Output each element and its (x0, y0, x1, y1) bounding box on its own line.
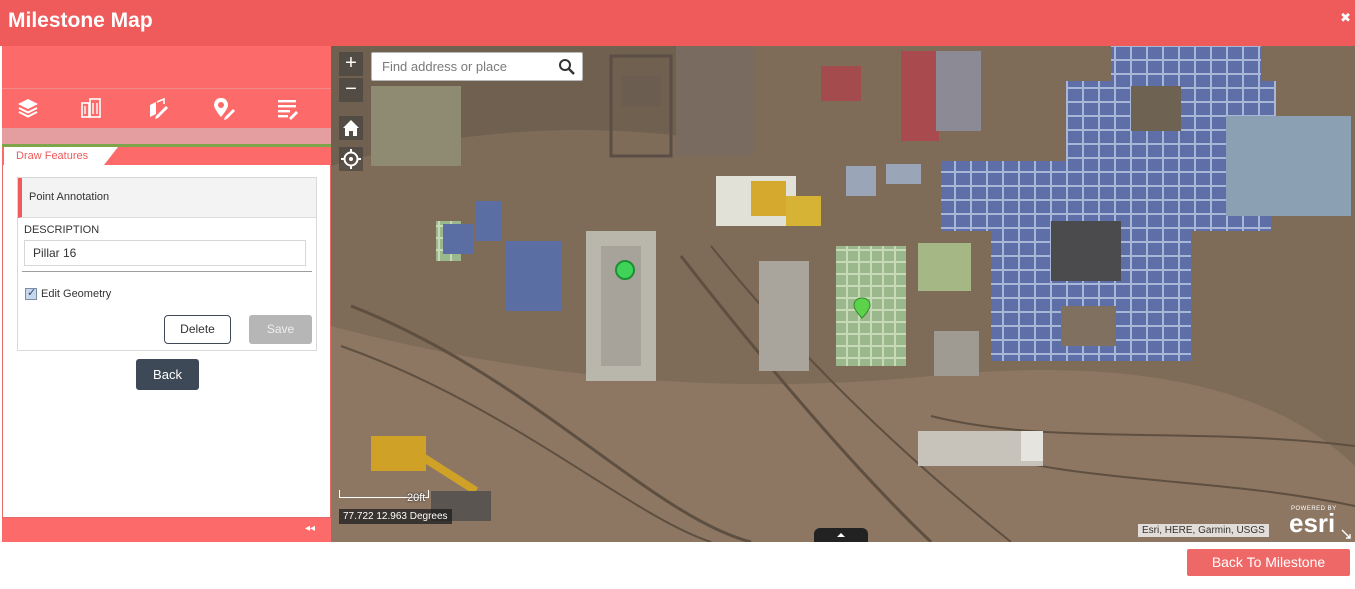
home-icon[interactable] (339, 116, 363, 140)
coordinate-readout: 77.722 12.963 Degrees (339, 509, 452, 524)
panel-divider-strip (2, 128, 331, 144)
layers-icon[interactable] (15, 95, 41, 121)
scale-label: 20ft (407, 492, 426, 504)
description-label: DESCRIPTION (24, 224, 100, 236)
back-to-milestone-button[interactable]: Back To Milestone (1187, 549, 1350, 576)
locate-icon[interactable] (339, 147, 363, 171)
map-view[interactable]: + − 20ft 77.722 12.963 Degrees Esri, HER… (331, 46, 1355, 542)
point-marker-selected[interactable] (853, 297, 871, 319)
window-title: Milestone Map (8, 9, 153, 32)
esri-wordmark: esri (1289, 508, 1336, 538)
tab-row: Draw Features (2, 147, 331, 165)
card-title: Point Annotation (29, 191, 110, 203)
widget-toolbar (2, 88, 331, 128)
aerial-imagery (331, 46, 1355, 542)
card-header: Point Annotation (18, 178, 316, 218)
save-button[interactable]: Save (249, 315, 312, 344)
resize-icon[interactable] (1341, 529, 1351, 539)
zoom-in-button[interactable]: + (339, 52, 363, 76)
list-edit-icon[interactable] (274, 95, 300, 121)
zoom-out-button[interactable]: − (339, 78, 363, 102)
panel-footer: ◂◂ (2, 518, 331, 542)
edit-geometry-checkbox[interactable] (25, 286, 37, 300)
map-attribution: Esri, HERE, Garmin, USGS (1138, 524, 1269, 537)
close-icon[interactable]: ✖ (1340, 10, 1351, 26)
search-icon[interactable] (558, 58, 576, 76)
edit-geometry-label: Edit Geometry (41, 288, 112, 300)
point-marker-green[interactable] (614, 259, 636, 281)
double-chevron-left-icon[interactable]: ◂◂ (305, 523, 315, 534)
search-box (371, 52, 583, 81)
left-panel: Draw Features Point Annotation DESCRIPTI… (2, 46, 331, 542)
buildings-icon[interactable] (78, 95, 104, 121)
draw-features-body: Point Annotation DESCRIPTION Pillar 16 E… (2, 165, 331, 518)
tab-draw-features[interactable]: Draw Features (4, 147, 104, 165)
pin-edit-icon[interactable] (210, 95, 236, 121)
delete-button[interactable]: Delete (164, 315, 231, 344)
panel-header (2, 46, 331, 88)
edit-map-icon[interactable] (144, 95, 170, 121)
description-field[interactable]: Pillar 16 (24, 240, 306, 266)
search-input[interactable] (372, 53, 552, 80)
back-button[interactable]: Back (136, 359, 199, 390)
attribute-table-toggle[interactable] (814, 528, 868, 542)
tab-tip (104, 147, 118, 165)
divider (22, 271, 312, 272)
title-bar: Milestone Map ✖ (0, 0, 1355, 46)
point-annotation-card: Point Annotation DESCRIPTION Pillar 16 E… (17, 177, 317, 351)
